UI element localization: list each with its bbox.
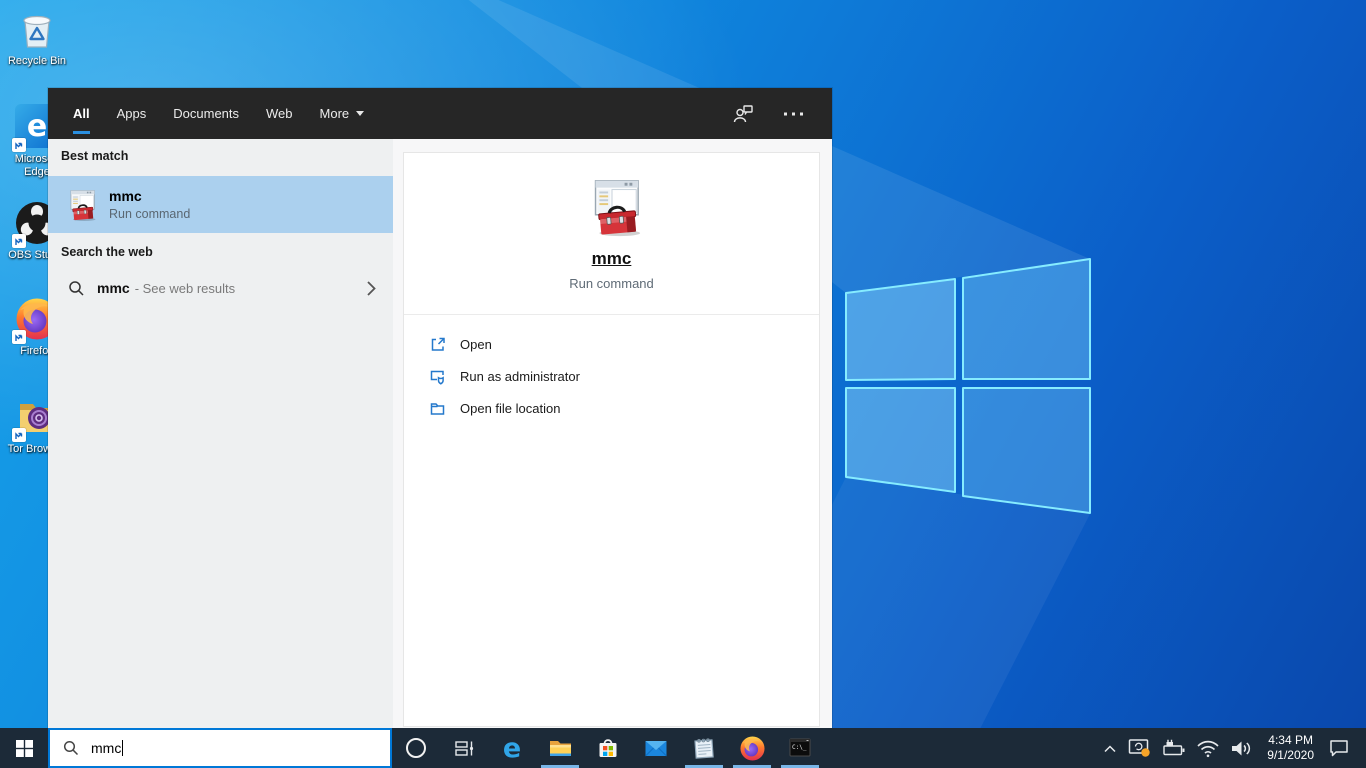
- taskbar-file-explorer-button[interactable]: [536, 728, 584, 768]
- taskbar-search-input[interactable]: mmc: [48, 728, 392, 768]
- action-label: Run as administrator: [460, 368, 580, 384]
- tray-battery-button[interactable]: [1156, 728, 1191, 768]
- web-query: mmc: [97, 280, 130, 296]
- tray-display-notification-button[interactable]: [1122, 728, 1156, 768]
- preview-subtitle: Run command: [569, 276, 654, 291]
- cortana-icon: [406, 738, 426, 758]
- clock-time: 4:34 PM: [1268, 733, 1313, 747]
- web-suffix: - See web results: [134, 280, 236, 296]
- chevron-right-icon: [367, 280, 376, 296]
- action-open[interactable]: Open: [404, 328, 819, 360]
- command-prompt-icon: C:\_: [789, 738, 811, 757]
- taskbar-clock[interactable]: 4:34 PM 9/1/2020: [1258, 733, 1323, 763]
- tab-apps[interactable]: Apps: [117, 88, 147, 139]
- options-button[interactable]: [784, 111, 806, 117]
- shortcut-arrow-icon: [12, 330, 26, 344]
- action-center-icon: [1330, 740, 1348, 757]
- search-icon: [63, 740, 79, 756]
- taskbar-firefox-button[interactable]: [728, 728, 776, 768]
- action-center-button[interactable]: [1323, 728, 1360, 768]
- best-match-header: Best match: [61, 149, 129, 163]
- tab-documents[interactable]: Documents: [173, 88, 239, 139]
- web-search-result[interactable]: mmc - See web results: [48, 270, 393, 306]
- recycle-bin-icon: [14, 6, 60, 52]
- search-web-header: Search the web: [61, 245, 153, 259]
- windows-start-icon: [15, 739, 33, 757]
- taskbar-notepad-button[interactable]: [680, 728, 728, 768]
- chevron-up-icon: [1104, 744, 1116, 752]
- feedback-user-button[interactable]: [732, 103, 754, 125]
- tab-web[interactable]: Web: [266, 88, 293, 139]
- wifi-icon: [1197, 740, 1219, 757]
- speaker-icon: [1232, 741, 1251, 755]
- file-explorer-icon: [550, 741, 571, 756]
- result-title: mmc: [109, 188, 142, 204]
- display-sync-icon: [1129, 739, 1150, 757]
- search-flyout: All Apps Documents Web More Best match m…: [48, 88, 832, 728]
- best-match-text: mmc Run command: [109, 188, 190, 221]
- tray-chevron-button[interactable]: [1098, 728, 1122, 768]
- results-column: Best match mmc Run command Search the we…: [48, 139, 393, 728]
- search-filter-tabs: All Apps Documents Web More: [48, 88, 832, 139]
- action-open-file-location[interactable]: Open file location: [404, 392, 819, 424]
- text-cursor: [122, 740, 124, 756]
- firefox-icon: [739, 735, 765, 761]
- task-view-icon: [454, 740, 473, 756]
- tab-more[interactable]: More: [320, 88, 365, 139]
- search-icon: [69, 280, 84, 296]
- mmc-icon-large: [581, 176, 643, 238]
- tray-network-button[interactable]: [1191, 728, 1225, 768]
- microsoft-store-icon: [599, 739, 617, 757]
- desktop-icon-recycle-bin[interactable]: Recycle Bin: [4, 6, 70, 68]
- best-match-result-mmc[interactable]: mmc Run command: [48, 176, 393, 233]
- shortcut-arrow-icon: [12, 234, 26, 248]
- user-feedback-icon: [733, 104, 753, 122]
- tray-volume-button[interactable]: [1225, 728, 1258, 768]
- search-query-text: mmc: [91, 740, 122, 756]
- start-button[interactable]: [0, 728, 48, 768]
- mail-icon: [645, 741, 667, 757]
- taskbar-mail-button[interactable]: [632, 728, 680, 768]
- taskbar-edge-button[interactable]: e: [488, 728, 536, 768]
- battery-charging-icon: [1163, 739, 1185, 756]
- svg-text:C:\_: C:\_: [792, 744, 807, 751]
- clock-date: 9/1/2020: [1267, 748, 1314, 762]
- action-label: Open: [460, 336, 492, 352]
- cortana-button[interactable]: [392, 728, 440, 768]
- shortcut-arrow-icon: [12, 138, 26, 152]
- system-tray: 4:34 PM 9/1/2020: [1098, 728, 1366, 768]
- admin-shield-icon: [429, 368, 446, 385]
- dropdown-arrow-icon: [356, 111, 365, 116]
- task-view-button[interactable]: [440, 728, 488, 768]
- edge-icon: e: [502, 732, 522, 764]
- folder-location-icon: [429, 400, 446, 417]
- preview-title-link[interactable]: mmc: [404, 249, 819, 269]
- shortcut-arrow-icon: [12, 428, 26, 442]
- mmc-icon: [63, 188, 97, 222]
- notepad-icon: [694, 738, 714, 759]
- open-icon: [429, 336, 446, 353]
- desktop-icon-label: Recycle Bin: [7, 55, 67, 67]
- ellipsis-icon: [784, 112, 803, 115]
- action-list: Open Run as administrator Open file loca…: [404, 315, 819, 424]
- preview-pane: mmc Run command Open Run as administrato…: [403, 152, 820, 727]
- result-subtitle: Run command: [109, 207, 191, 221]
- action-run-as-administrator[interactable]: Run as administrator: [404, 360, 819, 392]
- search-results-body: Best match mmc Run command Search the we…: [48, 139, 832, 728]
- taskbar-command-prompt-button[interactable]: C:\_: [776, 728, 824, 768]
- taskbar: mmc e C:\_ 4:34 PM 9/1/2020: [0, 728, 1366, 768]
- action-label: Open file location: [460, 400, 561, 416]
- tab-all[interactable]: All: [73, 88, 90, 139]
- taskbar-store-button[interactable]: [584, 728, 632, 768]
